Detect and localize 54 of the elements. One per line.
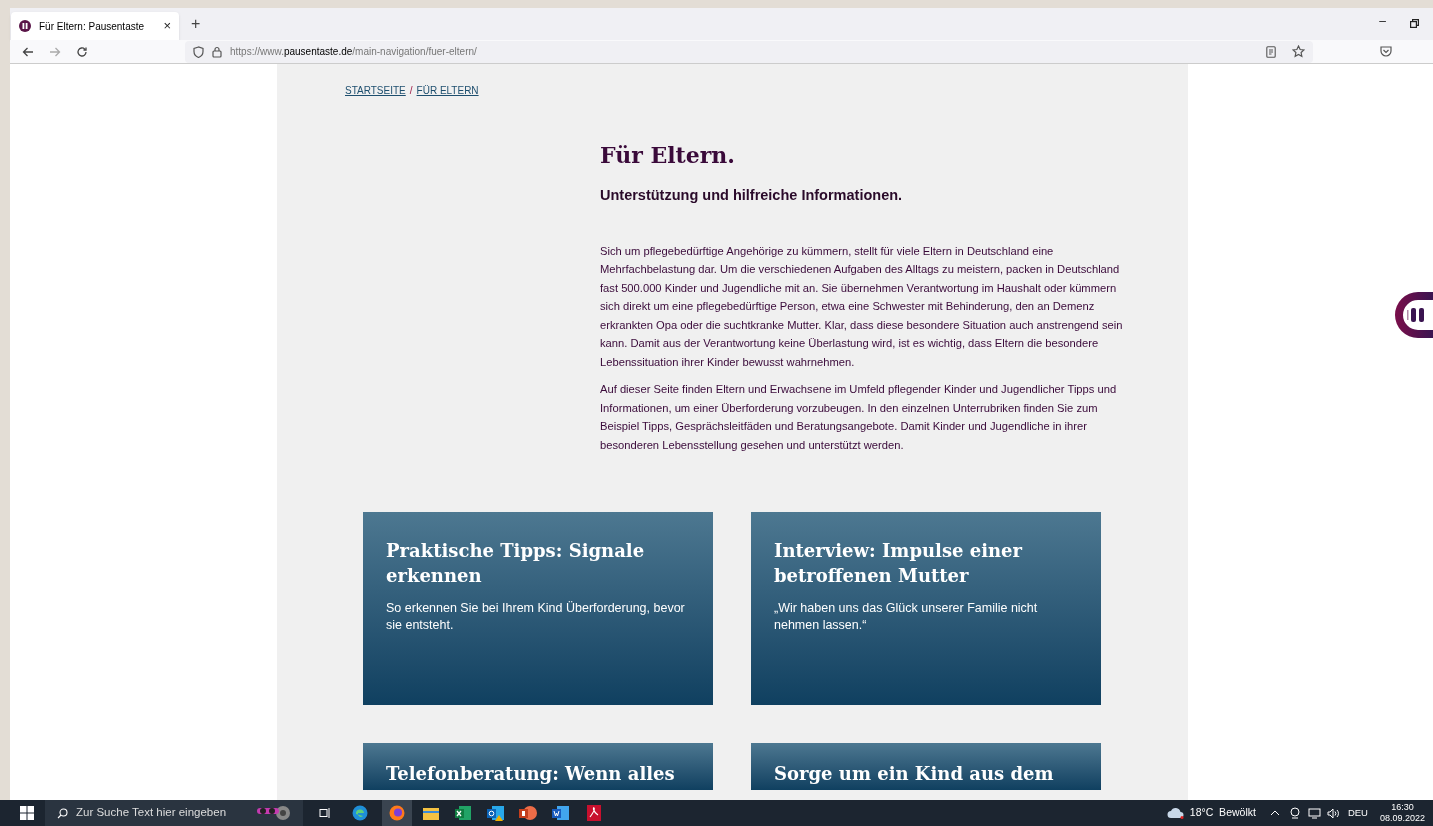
weather-text[interactable]: 18°C Bewölkt <box>1189 805 1256 821</box>
back-icon[interactable] <box>22 45 34 58</box>
language-indicator[interactable]: DEU <box>1347 805 1368 821</box>
pause-logo-icon[interactable] <box>1393 290 1433 340</box>
card-text: So erkennen Sie bei Ihrem Kind Überforderung, bevor sie entsteht. <box>386 600 686 635</box>
card-text: „Wir haben uns das Glück unserer Familie nicht nehmen lassen.“ <box>774 600 1039 635</box>
breadcrumb-separator: / <box>409 84 413 98</box>
address-bar[interactable]: https://www.pausentaste.de/main-navigation/fuer-eltern/ <box>185 40 1313 63</box>
shield-icon <box>193 45 204 58</box>
windows-start-icon[interactable] <box>20 806 34 820</box>
restore-icon[interactable] <box>1410 19 1419 28</box>
pdf-app-icon[interactable] <box>587 805 601 821</box>
mail-app-icon[interactable] <box>487 805 505 821</box>
card-title: Praktische Tipps: Signale erkennen <box>386 539 646 589</box>
minimize-button[interactable]: – <box>1379 12 1386 30</box>
card-title: Sorge um ein Kind aus dem <box>774 762 1055 787</box>
pause-logo-icon <box>19 20 31 32</box>
chevron-up-icon[interactable] <box>1269 810 1280 816</box>
word-app-icon[interactable] <box>552 805 570 821</box>
bookmark-star-icon[interactable] <box>1292 45 1305 58</box>
tab-close-button[interactable]: × <box>163 16 171 36</box>
clock-date[interactable]: 08.09.2022 <box>1379 813 1425 824</box>
page-title: Für Eltern. <box>600 141 736 169</box>
card-title: Interview: Impulse einer betroffenen Mutter <box>774 539 1024 589</box>
breadcrumb-link[interactable]: STARTSEITE <box>345 83 406 98</box>
spreadsheet-app-icon[interactable] <box>455 805 471 821</box>
teaser-card[interactable]: Praktische Tipps: Signale erkennen So erkennen Sie bei Ihrem Kind Überforderung, bevor sie entsteht. <box>363 512 713 706</box>
url-text: https://www.pausentaste.de/main-navigation/fuer-eltern/ <box>230 45 478 59</box>
taskbar-search-field[interactable]: Zur Suche Text hier eingeben <box>45 800 303 826</box>
speaker-icon[interactable] <box>1326 807 1340 819</box>
card-title: Telefonberatung: Wenn alles <box>386 762 676 787</box>
presentation-app-icon[interactable] <box>519 805 537 821</box>
new-tab-button[interactable]: + <box>191 12 201 36</box>
paragraph: Sich um pflegebedürftige Angehörige zu kümmern, stellt für viele Eltern in Deutschland eine Mehrfachbelastung dar. Um die verschiedenen Aufgaben des Alltags zu meistern, packen in Deutschland fast 500.000 Kinder und Jugendliche mit an. Sie übernehmen Verantwortung im Haushalt oder kümmern sich direkt um eine pflegebedürftige Person, etwa eine Schwester mit Behinderung, den an Demenz erkrankten Opa oder die suchtkranke Mutter. Klar, dass diese besondere Situation auch anstrengend sein kann. Damit aus der Verantwortung keine Überlastung wird, ist es wichtig, dass Eltern die besondere Lebenssituation ihrer Kinder bewusst wahrnehmen. <box>600 243 1124 370</box>
network-icon[interactable] <box>1307 807 1321 819</box>
pocket-icon[interactable] <box>1380 46 1392 57</box>
firefox-icon[interactable] <box>389 805 405 821</box>
breadcrumb-link[interactable]: FÜR ELTERN <box>416 83 479 98</box>
lock-icon <box>212 45 222 58</box>
teaser-card[interactable]: Interview: Impulse einer betroffenen Mutter „Wir haben uns das Glück unserer Familie nicht nehmen lassen.“ <box>751 512 1101 706</box>
task-view-icon[interactable] <box>319 807 331 819</box>
cloud-icon <box>1166 807 1185 819</box>
clock-time[interactable]: 16:30 <box>1391 802 1414 813</box>
teaser-card[interactable]: Telefonberatung: Wenn alles <box>363 743 713 791</box>
tab-title: Für Eltern: Pausentaste <box>39 19 146 34</box>
teaser-card[interactable]: Sorge um ein Kind aus dem <box>751 743 1101 791</box>
browser-tab[interactable]: Für Eltern: Pausentaste × <box>11 12 179 40</box>
reader-view-icon[interactable] <box>1266 45 1276 58</box>
paragraph: Auf dieser Seite finden Eltern und Erwachsene im Umfeld pflegender Kinder und Jugendlicher Tipps und Informationen, um einer Überforderung vorzubeugen. In den einzelnen Unterrubriken finden Sie zum Beispiel Tipps, Gesprächsleitfäden und Beratungsangebote. Damit Kinder und Jugendliche in ihrer besonderen Lebensstellung gesehen und unterstützt werden. <box>600 382 1118 453</box>
page-subtitle: Unterstützung und hilfreiche Informationen. <box>600 186 904 205</box>
reload-icon[interactable] <box>76 45 88 58</box>
folder-icon[interactable] <box>423 806 439 820</box>
edge-icon[interactable] <box>352 805 368 821</box>
search-icon <box>57 807 68 819</box>
